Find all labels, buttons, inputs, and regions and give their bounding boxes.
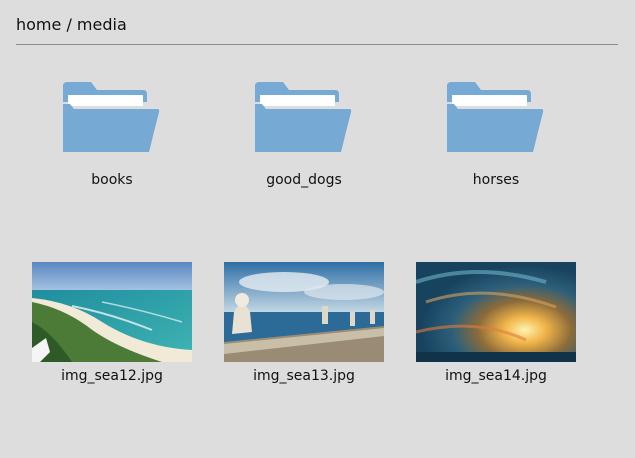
- image-thumbnail: [32, 262, 192, 362]
- file-tile-img-sea13[interactable]: img_sea13.jpg: [224, 262, 384, 384]
- folder-tile-horses[interactable]: horses: [416, 82, 576, 188]
- folder-tile-books[interactable]: books: [32, 82, 192, 188]
- breadcrumb: home / media: [16, 15, 127, 34]
- folder-label: good_dogs: [266, 172, 342, 188]
- file-tile-img-sea12[interactable]: img_sea12.jpg: [32, 262, 192, 384]
- folder-icon: [255, 82, 352, 152]
- folder-label: horses: [472, 172, 520, 188]
- folder-icon: [63, 82, 160, 152]
- folder-label: books: [91, 172, 133, 188]
- folder-tile-good-dogs[interactable]: good_dogs: [224, 82, 384, 188]
- image-thumbnail: [224, 262, 384, 362]
- file-tile-img-sea14[interactable]: img_sea14.jpg: [416, 262, 576, 384]
- divider: [16, 44, 618, 45]
- folder-icon: [447, 82, 544, 152]
- image-thumbnail: [416, 262, 576, 362]
- file-label: img_sea14.jpg: [445, 368, 547, 384]
- file-label: img_sea13.jpg: [253, 368, 355, 384]
- file-label: img_sea12.jpg: [61, 368, 163, 384]
